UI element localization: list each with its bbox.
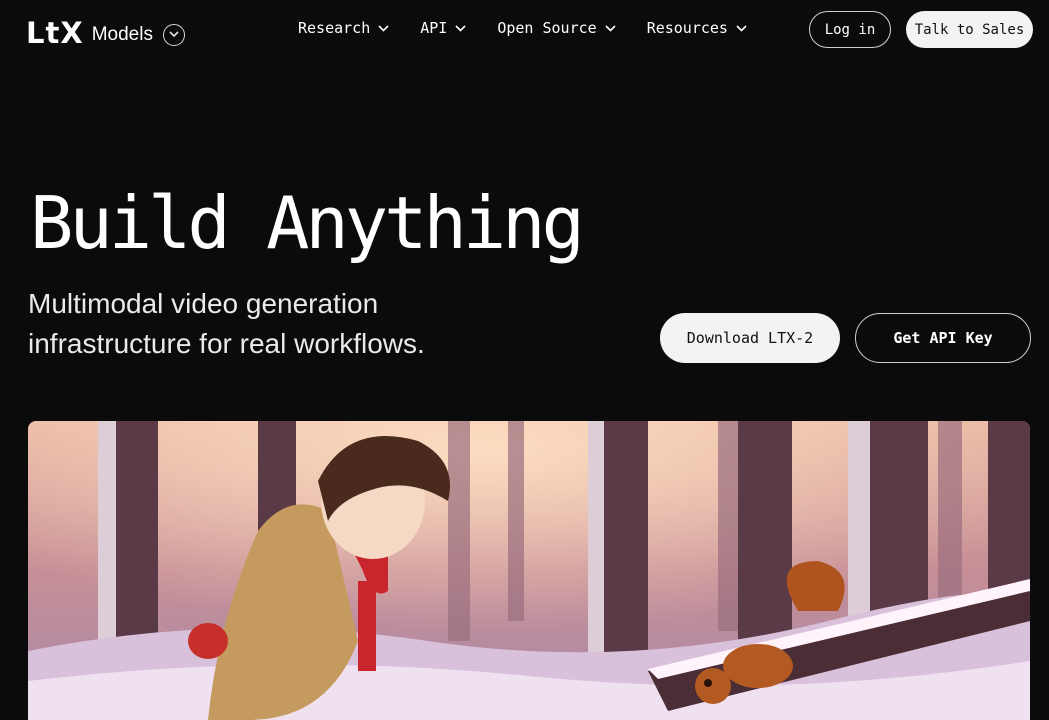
get-api-key-button[interactable]: Get API Key [855,313,1031,363]
menu-item-open-source[interactable]: Open Source [497,19,616,37]
menu-item-label: Open Source [497,19,597,37]
hero-subtitle: Multimodal video generation infrastructu… [28,288,425,359]
menu-item-research[interactable]: Research [298,19,389,37]
chevron-down-icon [605,24,616,32]
brand-menu-chevron-icon[interactable] [162,23,185,46]
hero-title: Build Anything [30,181,585,265]
brand-mark: LtX [26,16,84,50]
top-navigation: LtX Models Research API Open Source Reso… [0,0,1049,62]
brand-logo[interactable]: LtX Models [26,16,185,50]
chevron-down-icon [736,24,747,32]
main-menu: Research API Open Source Resources [298,19,747,37]
menu-item-resources[interactable]: Resources [647,19,747,37]
download-ltx2-button[interactable]: Download LTX-2 [660,313,840,363]
hero-video-preview[interactable] [28,421,1030,720]
menu-item-label: API [420,19,448,37]
chevron-down-icon [455,24,466,32]
menu-item-label: Research [298,19,371,37]
chevron-down-icon [378,24,389,32]
login-button[interactable]: Log in [809,11,891,48]
menu-item-label: Resources [646,19,728,37]
menu-item-api[interactable]: API [420,19,466,37]
talk-to-sales-button[interactable]: Talk to Sales [906,11,1033,48]
winter-forest-illustration [28,421,1030,720]
brand-name: Models [91,24,153,45]
